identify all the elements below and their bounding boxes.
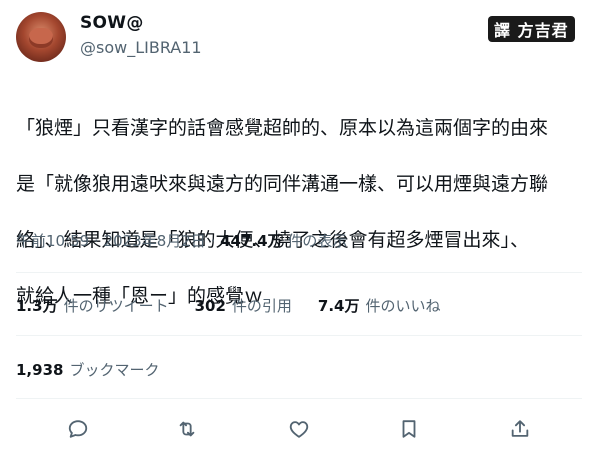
quotes-stat[interactable]: 302 件の引用 — [195, 295, 292, 316]
tweet-text-line: 「狼煙」只看漢字的話會感覺超帥的、原本以為這兩個字的由來 — [16, 117, 549, 139]
views-count: 447.4万 — [220, 232, 283, 250]
likes-stat[interactable]: 7.4万 件のいいね — [318, 295, 441, 316]
retweet-icon — [179, 421, 195, 437]
reply-button[interactable] — [65, 416, 91, 442]
likes-count: 7.4万 — [317, 297, 360, 315]
tweet-text-line: 是「就像狼用遠吠來與遠方的同伴溝通一樣、可以用煙與遠方聯 — [16, 173, 549, 195]
author-display-name[interactable]: SOW@ — [80, 13, 144, 33]
bookmarks-count: 1,938 — [16, 361, 64, 379]
author-handle[interactable]: @sow_LIBRA11 — [80, 38, 202, 57]
like-icon — [289, 421, 309, 438]
engagement-stats: 1.3万 件のリツイート 302 件の引用 7.4万 件のいいね — [16, 295, 441, 316]
avatar[interactable] — [16, 12, 66, 62]
likes-label: 件のいいね — [365, 297, 441, 315]
retweets-label: 件のリツイート — [63, 297, 169, 315]
share-button[interactable] — [507, 416, 533, 442]
retweet-button[interactable] — [174, 416, 200, 442]
divider — [16, 335, 582, 336]
reply-icon — [68, 420, 88, 438]
views-label: 件の表示 — [282, 232, 348, 250]
bookmark-icon — [402, 420, 416, 438]
bookmark-button[interactable] — [396, 416, 422, 442]
tweet-meta: 午前10:59 · 2023年8月2日 · 447.4万 件の表示 — [16, 230, 347, 251]
bookmarks-stat[interactable]: 1,938 ブックマーク — [16, 359, 159, 380]
divider — [16, 398, 582, 399]
quotes-count: 302 — [194, 297, 226, 315]
retweets-stat[interactable]: 1.3万 件のリツイート — [16, 295, 169, 316]
bookmarks-label: ブックマーク — [69, 361, 160, 379]
share-icon — [511, 420, 529, 437]
like-button[interactable] — [286, 416, 312, 442]
tweet-actions — [0, 412, 598, 446]
translator-watermark: 譯 方吉君 — [488, 16, 575, 42]
quotes-label: 件の引用 — [231, 297, 292, 315]
retweets-count: 1.3万 — [16, 297, 58, 315]
tweet-timestamp[interactable]: 午前10:59 · 2023年8月2日 · — [16, 232, 220, 250]
divider — [16, 272, 582, 273]
